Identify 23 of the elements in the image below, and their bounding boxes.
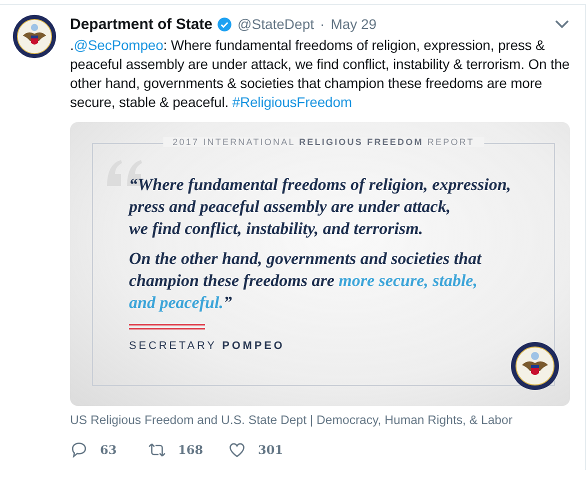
report-header: 2017 INTERNATIONAL RELIGIOUS FREEDOM REPORT — [162, 137, 484, 147]
signature: SECRETARY POMPEO — [129, 340, 286, 352]
like-button[interactable]: 301 — [228, 441, 308, 459]
author-handle[interactable]: @StateDept — [238, 16, 314, 32]
retweet-button[interactable]: 168 — [148, 441, 228, 459]
heart-icon — [228, 441, 246, 459]
reply-icon — [70, 441, 88, 459]
author-name[interactable]: Department of State — [70, 16, 213, 32]
tweet-text: .@SecPompeo: Where fundamental freedoms of religion, expression, press & peaceful assembly are under attack, we find conflict, instability & terrorism. On the other hand, governments & societies that champion these freedoms are more secure, stable & peaceful. #ReligiousFreedom — [70, 36, 571, 112]
card-caption[interactable]: US Religious Freedom and U.S. State Dept | Democracy, Human Rights, & Labor — [70, 413, 575, 427]
tweet-link[interactable]: @SecPompeo — [74, 37, 164, 53]
separator: · — [320, 16, 325, 32]
chevron-down-icon[interactable] — [555, 19, 569, 29]
quote-paragraph: On the other hand, governments and societies that champion these freedoms are more secure, stable, and peaceful.” — [129, 248, 483, 314]
double-rule-icon — [129, 324, 205, 330]
seal-icon — [510, 341, 560, 391]
tweet-link[interactable]: #ReligiousFreedom — [232, 94, 352, 110]
tweet-date[interactable]: May 29 — [330, 16, 377, 32]
retweet-icon — [148, 441, 166, 459]
reply-button[interactable]: 63 — [70, 441, 148, 459]
quote-card[interactable] — [70, 122, 570, 406]
avatar-seal-icon[interactable] — [12, 14, 57, 59]
quote-paragraph: “Where fundamental freedoms of religion, expression, press and peaceful assembly are under attack, we find conflict, instability, and terrorism. — [129, 174, 512, 240]
